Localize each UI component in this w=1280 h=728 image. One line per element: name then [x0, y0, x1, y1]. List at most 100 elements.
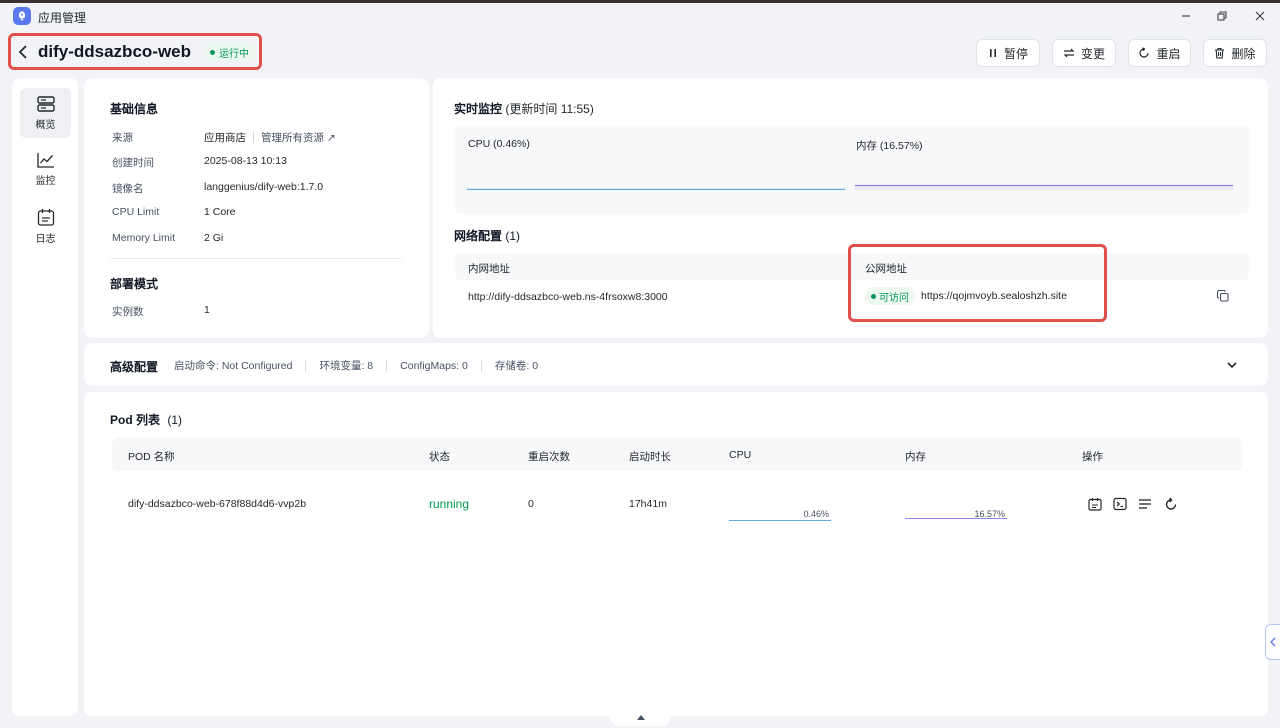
manage-resources-text: 管理所有资源 — [261, 132, 324, 144]
advanced-env-vars: 环境变量: 8 — [319, 360, 374, 372]
copy-icon[interactable] — [1216, 289, 1231, 304]
pod-status: running — [429, 497, 470, 511]
network-count: (1) — [505, 229, 521, 243]
restore-icon[interactable] — [1208, 5, 1236, 27]
network-title: 网络配置 (1) — [454, 227, 520, 244]
sidebar-item-overview[interactable]: 概览 — [20, 88, 71, 138]
col-pod-name: POD 名称 — [128, 451, 175, 463]
advanced-separator — [480, 359, 482, 372]
app-name: dify-ddsazbco-web — [38, 42, 192, 61]
accessible-badge: 可访问 — [865, 287, 915, 305]
swap-icon — [1063, 48, 1075, 58]
status-text: 运行中 — [219, 48, 250, 60]
accessible-text: 可访问 — [879, 292, 909, 304]
sidebar-item-label: 概览 — [35, 119, 56, 131]
advanced-separator — [305, 359, 307, 372]
status-badge: 运行中 — [203, 43, 257, 61]
pause-label: 暂停 — [1003, 46, 1028, 61]
image-label: 镜像名 — [112, 183, 144, 195]
network-title-text: 网络配置 — [454, 229, 503, 243]
public-address-cell: 可访问 https://qojmvoyb.sealoshzh.site — [865, 287, 1067, 305]
source-text: 应用商店 — [204, 132, 246, 144]
basic-info-title: 基础信息 — [110, 102, 159, 116]
pod-name: dify-ddsazbco-web-678f88d4d6-vvp2b — [128, 498, 307, 510]
window-title: 应用管理 — [38, 11, 87, 25]
monitor-chart-box: CPU (0.46%) 内存 (16.57%) — [455, 126, 1249, 214]
menu-lines-icon[interactable] — [1137, 496, 1153, 512]
collapse-panel-tab[interactable] — [1265, 624, 1280, 660]
memory-limit-value: 2 Gi — [204, 232, 224, 244]
replicas-value: 1 — [204, 304, 210, 316]
restart-label: 重启 — [1156, 46, 1181, 61]
change-button[interactable]: 变更 — [1052, 39, 1116, 67]
server-icon — [36, 95, 55, 112]
pause-icon — [989, 49, 996, 57]
mem-chart — [855, 184, 1233, 191]
sidebar-item-monitor[interactable]: 监控 — [20, 144, 71, 194]
cpu-limit-label: CPU Limit — [112, 206, 160, 218]
restart-button[interactable]: 重启 — [1128, 39, 1191, 67]
sidebar-item-label: 监控 — [35, 175, 56, 187]
advanced-config-card[interactable]: 高级配置 启动命令: Not Configured 环境变量: 8 Config… — [84, 343, 1268, 386]
delete-button[interactable]: 删除 — [1203, 39, 1267, 67]
cpu-monitor-label: CPU (0.46%) — [468, 138, 530, 150]
network-table-header: 内网地址 公网地址 — [455, 253, 1249, 280]
source-value: 应用商店 管理所有资源 ↗ — [204, 130, 336, 145]
basic-info-card: 基础信息 来源 应用商店 管理所有资源 ↗ 创建时间 2025-08-13 10… — [84, 78, 429, 338]
internal-address[interactable]: http://dify-ddsazbco-web.ns-4frsoxw8:300… — [468, 291, 668, 303]
source-label: 来源 — [112, 132, 133, 144]
status-dot — [210, 49, 216, 55]
divider — [110, 258, 402, 259]
cpu-chart — [467, 188, 845, 190]
terminal-icon[interactable] — [1112, 496, 1128, 512]
public-address[interactable]: https://qojmvoyb.sealoshzh.site — [921, 290, 1067, 302]
memory-limit-label: Memory Limit — [112, 232, 176, 244]
advanced-configmaps: ConfigMaps: 0 — [400, 359, 468, 372]
sidebar-item-logs[interactable]: 日志 — [20, 201, 71, 251]
calendar-log-icon — [37, 208, 54, 226]
restart-icon — [1139, 47, 1150, 58]
created-value: 2025-08-13 10:13 — [204, 155, 287, 167]
close-icon[interactable] — [1246, 5, 1274, 27]
created-label: 创建时间 — [112, 157, 154, 169]
image-value: langgenius/dify-web:1.7.0 — [204, 181, 324, 193]
col-actions: 操作 — [1082, 451, 1103, 463]
monitor-network-card: 实时监控 (更新时间 11:55) CPU (0.46%) 内存 (16.57%… — [433, 78, 1268, 338]
col-internal: 内网地址 — [468, 263, 510, 275]
monitor-title: 实时监控 (更新时间 11:55) — [454, 100, 594, 117]
app-header: dify-ddsazbco-web 运行中 — [12, 37, 258, 67]
col-memory: 内存 — [905, 451, 926, 463]
pod-mem-spark: 16.57% — [905, 504, 1007, 522]
chart-line-icon — [36, 152, 54, 168]
chevron-left-icon — [1270, 637, 1276, 647]
col-restarts: 重启次数 — [528, 451, 570, 463]
restart-icon[interactable] — [1163, 496, 1179, 512]
advanced-separator — [386, 359, 388, 372]
sidebar-item-label: 日志 — [35, 233, 56, 245]
pod-uptime: 17h41m — [629, 498, 667, 510]
bottom-expand-tab[interactable] — [610, 708, 671, 726]
chevron-down-icon[interactable] — [1226, 359, 1238, 373]
minimize-icon[interactable] — [1172, 5, 1200, 27]
delete-label: 删除 — [1231, 46, 1256, 61]
chevron-left-icon[interactable] — [12, 41, 34, 63]
arrow-up-right-icon: ↗ — [326, 132, 336, 144]
col-status: 状态 — [429, 451, 450, 463]
cpu-limit-value: 1 Core — [204, 206, 236, 218]
pod-restarts: 0 — [528, 498, 534, 510]
mem-monitor-label: 内存 (16.57%) — [856, 140, 923, 152]
accessible-dot — [871, 293, 876, 299]
pod-cpu-spark: 0.46% — [729, 504, 831, 522]
deploy-mode-title: 部署模式 — [110, 277, 159, 291]
pod-count: (1) — [167, 413, 183, 427]
change-label: 变更 — [1080, 46, 1105, 61]
advanced-summary: 启动命令: Not Configured 环境变量: 8 ConfigMaps:… — [174, 358, 538, 373]
manage-resources-link[interactable]: 管理所有资源 ↗ — [261, 130, 336, 145]
monitor-title-text: 实时监控 — [454, 102, 503, 116]
calendar-log-icon[interactable] — [1087, 496, 1103, 512]
pause-button[interactable]: 暂停 — [976, 39, 1040, 67]
advanced-title: 高级配置 — [110, 360, 159, 374]
pod-list-title: Pod 列表 (1) — [110, 411, 182, 428]
advanced-volumes: 存储卷: 0 — [494, 360, 539, 372]
pod-cpu-value: 0.46% — [803, 509, 829, 519]
